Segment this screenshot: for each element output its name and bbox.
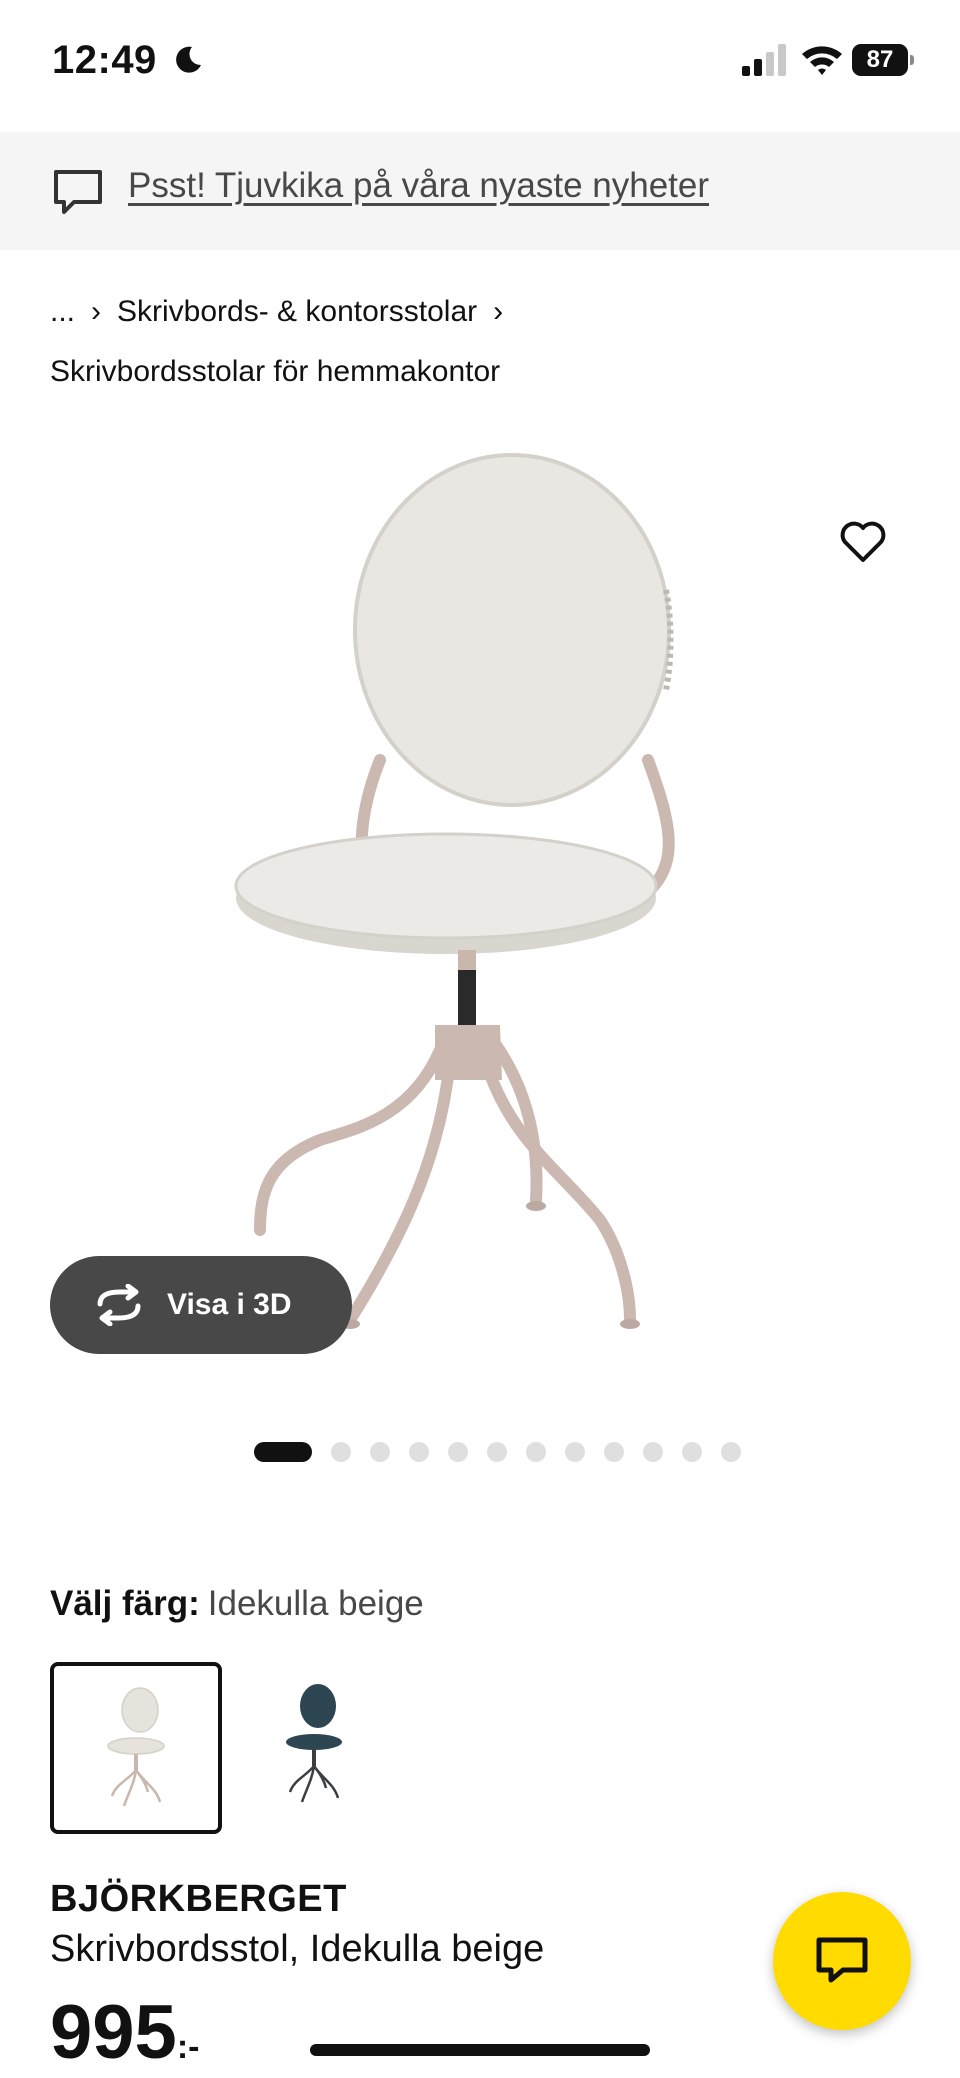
carousel-dot-active[interactable] xyxy=(254,1442,312,1462)
rotate-3d-icon xyxy=(97,1284,141,1326)
chair-thumbnail-navy xyxy=(286,1684,342,1803)
carousel-dot[interactable] xyxy=(643,1442,663,1462)
speech-bubble-icon xyxy=(54,170,102,214)
signal-icon xyxy=(742,44,786,76)
carousel-dot[interactable] xyxy=(682,1442,702,1462)
chat-icon xyxy=(816,1937,868,1983)
carousel-dot[interactable] xyxy=(526,1442,546,1462)
carousel-dots[interactable] xyxy=(254,1442,760,1462)
carousel-dot[interactable] xyxy=(409,1442,429,1462)
view-3d-label: Visa i 3D xyxy=(167,1288,292,1321)
chat-button[interactable] xyxy=(773,1892,911,2030)
breadcrumb-category[interactable]: Skrivbords- & kontorsstolar xyxy=(117,282,477,342)
product-name: BJÖRKBERGET xyxy=(50,1878,347,1920)
carousel-dot[interactable] xyxy=(448,1442,468,1462)
chevron-right-icon: › xyxy=(91,295,102,328)
carousel-dot[interactable] xyxy=(565,1442,585,1462)
moon-icon xyxy=(176,46,201,73)
battery-indicator: 87 xyxy=(852,44,914,76)
view-3d-button[interactable]: Visa i 3D xyxy=(50,1256,352,1354)
breadcrumb: ... › Skrivbords- & kontorsstolar › Skrivbo… xyxy=(50,282,910,402)
heart-icon[interactable] xyxy=(838,516,888,566)
product-description: Skrivbordsstol, Idekulla beige xyxy=(50,1928,545,1970)
carousel-dot[interactable] xyxy=(331,1442,351,1462)
price-value: 995 xyxy=(50,1990,177,2075)
promo-link[interactable]: Psst! Tjuvkika på våra nyaste nyheter xyxy=(128,166,709,206)
status-bar: 12:49 87 xyxy=(0,0,960,130)
carousel-dot[interactable] xyxy=(487,1442,507,1462)
battery-cap xyxy=(910,55,914,65)
breadcrumb-ellipsis[interactable]: ... xyxy=(50,282,75,342)
carousel-dot[interactable] xyxy=(721,1442,741,1462)
promo-banner[interactable]: Psst! Tjuvkika på våra nyaste nyheter xyxy=(0,132,960,250)
color-label-key: Välj färg: xyxy=(50,1584,200,1623)
battery-level: 87 xyxy=(852,44,908,76)
price-suffix: :- xyxy=(176,2028,200,2066)
breadcrumb-subcategory[interactable]: Skrivbordsstolar för hemmakontor xyxy=(50,342,500,402)
home-indicator xyxy=(310,2044,650,2056)
chevron-right-icon: › xyxy=(493,295,504,328)
carousel-dot[interactable] xyxy=(370,1442,390,1462)
status-time: 12:49 xyxy=(52,38,157,82)
color-label: Välj färg: Idekulla beige xyxy=(50,1584,424,1624)
product-price: 995:- xyxy=(50,1988,199,2078)
color-swatch-beige[interactable] xyxy=(50,1662,222,1834)
wifi-icon xyxy=(802,46,842,75)
chair-thumbnail-beige xyxy=(107,1687,165,1807)
color-swatch-navy[interactable] xyxy=(232,1662,404,1834)
color-selected-value: Idekulla beige xyxy=(207,1584,424,1623)
carousel-dot[interactable] xyxy=(604,1442,624,1462)
